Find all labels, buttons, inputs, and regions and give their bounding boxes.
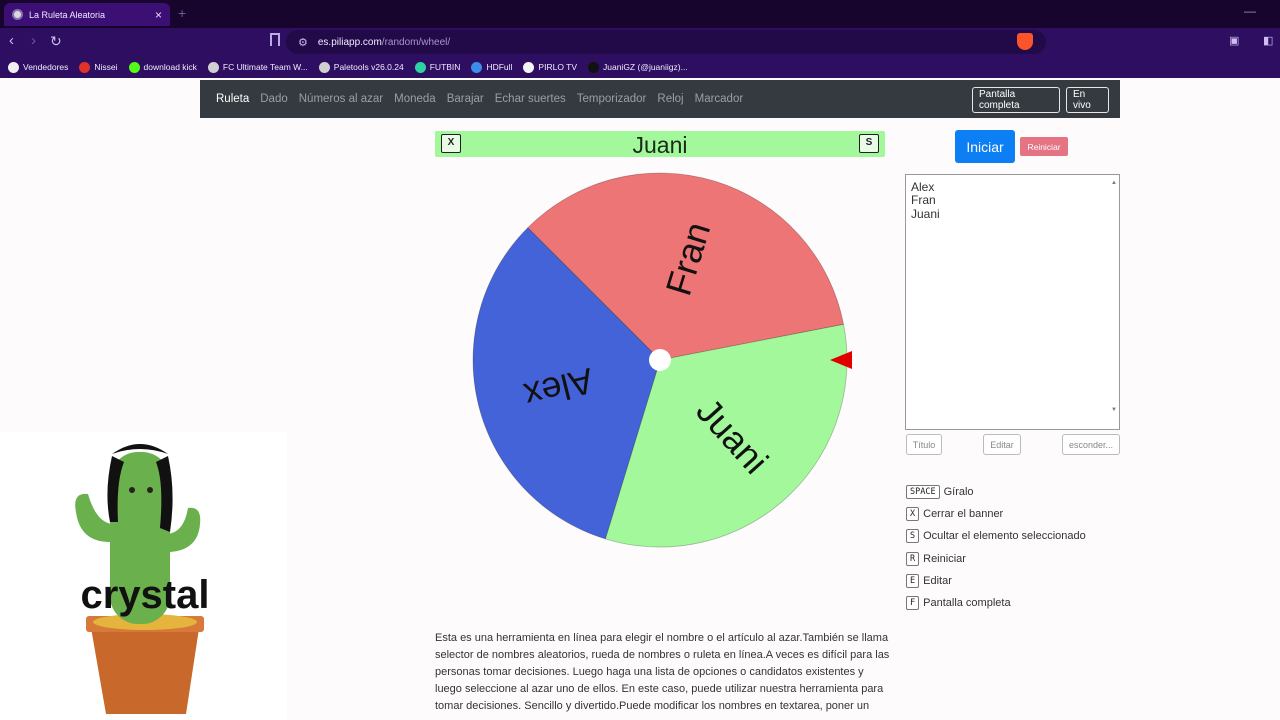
tab-title: La Ruleta Aleatoria <box>29 9 106 20</box>
shortcut-label: Reiniciar <box>923 552 966 565</box>
name-line: Fran <box>911 193 936 208</box>
scroll-up-icon[interactable]: ▲ <box>1111 177 1117 190</box>
bookmark-item[interactable]: PIRLO TV <box>523 61 577 73</box>
description-text: Esta es una herramienta en línea para el… <box>435 632 890 712</box>
bookmark-favicon-icon <box>79 61 91 73</box>
shortcut-key: X <box>906 507 920 522</box>
cactus-sticker: crystal <box>0 432 287 720</box>
shortcut-label: Pantalla completa <box>923 597 1011 610</box>
bookmark-item[interactable]: FUTBIN <box>414 61 461 73</box>
nav-item[interactable]: Ruleta <box>216 93 249 105</box>
brave-shield-icon[interactable] <box>1017 33 1033 50</box>
scroll-down-icon[interactable]: ▼ <box>1111 404 1117 417</box>
shortcut-label: Gíralo <box>943 486 974 499</box>
bookmark-item[interactable]: Paletools v26.0.24 <box>318 61 404 73</box>
shortcut-key: E <box>906 573 920 588</box>
nav-item[interactable]: Números al azar <box>299 93 383 105</box>
bookmark-item[interactable]: JuaniGZ (@juaniigz)... <box>588 61 688 73</box>
nav-item[interactable]: Echar suertes <box>495 93 566 105</box>
keyboard-shortcuts: SPACE Gíralo X Cerrar el banner S Ocultar el … <box>906 481 1086 614</box>
cactus-image: crystal <box>75 444 210 714</box>
sticker-text: crystal <box>81 573 210 617</box>
bookmark-label: JuaniGZ (@juaniigz)... <box>603 62 688 72</box>
shortcut-row: X Cerrar el banner <box>906 503 1086 525</box>
shortcut-key: F <box>906 596 920 611</box>
nav-item[interactable]: Dado <box>260 93 288 105</box>
shortcut-key: S <box>906 529 920 544</box>
browser-tab[interactable]: La Ruleta Aleatoria × <box>4 3 170 26</box>
sidebar-icon[interactable]: ◧ <box>1263 33 1273 49</box>
shortcut-row: R Reiniciar <box>906 548 1086 570</box>
fullscreen-button[interactable]: Pantalla completa <box>972 87 1060 113</box>
bookmark-label: FUTBIN <box>429 62 461 72</box>
hide-button[interactable]: esconder... <box>1062 434 1120 455</box>
bookmark-favicon-icon <box>588 61 599 73</box>
bookmark-favicon-icon <box>471 61 483 73</box>
bookmark-favicon-icon <box>414 61 426 73</box>
names-textarea[interactable]: Alex Fran Juani ▲ ▼ <box>905 174 1120 430</box>
name-line: Alex <box>911 180 935 194</box>
browser-tab-bar: La Ruleta Aleatoria × + — <box>0 0 1280 28</box>
winner-banner: Juani X S <box>435 131 885 158</box>
bookmark-item[interactable]: download kick <box>128 61 197 73</box>
nav-item[interactable]: Barajar <box>447 93 484 105</box>
new-tab-icon[interactable]: + <box>178 5 186 21</box>
hide-selected-key[interactable]: S <box>859 134 879 153</box>
nav-item[interactable]: Temporizador <box>577 93 647 105</box>
shortcut-row: S Ocultar el elemento seleccionado <box>906 525 1086 547</box>
bookmark-favicon-icon <box>318 61 330 73</box>
shortcut-row: F Pantalla completa <box>906 592 1086 614</box>
site-settings-icon[interactable]: ⚙ <box>298 36 308 49</box>
bookmark-item[interactable]: FC Ultimate Team W... <box>207 61 308 73</box>
url-path: /random/wheel/ <box>381 36 451 48</box>
address-bar[interactable]: ⚙ es.piliapp.com/random/wheel/ <box>286 30 1046 54</box>
start-button[interactable]: Iniciar <box>955 130 1015 163</box>
reload-icon[interactable]: ↻ <box>50 33 62 49</box>
bookmarks-bar: Vendedores Nissei download kick FC Ultimate… <box>0 56 1280 78</box>
bookmark-label: Nissei <box>94 62 118 72</box>
forward-icon[interactable]: › <box>31 33 36 49</box>
shortcut-label: Editar <box>923 574 952 587</box>
shortcut-key: SPACE <box>906 485 940 500</box>
minimize-icon[interactable]: — <box>1244 4 1256 18</box>
bookmark-item[interactable]: HDFull <box>471 61 513 73</box>
shortcut-key: R <box>906 551 920 566</box>
shortcut-row: SPACE Gíralo <box>906 481 1086 503</box>
bookmark-label: Vendedores <box>23 62 69 72</box>
spin-wheel[interactable]: FranJuaniAlex <box>460 160 860 560</box>
bookmark-item[interactable]: Nissei <box>79 61 118 73</box>
nav-item[interactable]: Moneda <box>394 93 436 105</box>
back-icon[interactable]: ‹ <box>9 33 14 49</box>
close-banner-key[interactable]: X <box>441 134 461 153</box>
tab-close-icon[interactable]: × <box>155 8 162 22</box>
name-line: Juani <box>911 206 940 221</box>
url-domain: es.piliapp.com <box>317 36 382 48</box>
app-navbar: Ruleta Dado Números al azar Moneda Barajar Ec… <box>200 80 1120 118</box>
nav-item[interactable]: Reloj <box>657 93 683 105</box>
bookmark-label: FC Ultimate Team W... <box>222 62 308 72</box>
bookmark-favicon-icon <box>523 61 535 73</box>
winner-name: Juani <box>632 132 688 158</box>
site-favicon-icon <box>12 9 23 20</box>
shortcut-label: Cerrar el banner <box>923 508 1004 521</box>
bookmark-label: PIRLO TV <box>538 62 577 72</box>
bookmark-label: download kick <box>143 62 197 72</box>
bookmark-item[interactable]: Vendedores <box>8 61 69 73</box>
edit-button[interactable]: Editar <box>983 434 1021 455</box>
bookmark-label: HDFull <box>486 62 513 72</box>
bookmark-favicon-icon <box>128 61 140 73</box>
bookmark-label: Paletools v26.0.24 <box>333 62 404 72</box>
shortcut-row: E Editar <box>906 570 1086 592</box>
browser-toolbar: ‹ › ↻ ⚙ es.piliapp.com/random/wheel/ ▣ ◧ <box>0 28 1280 56</box>
title-button[interactable]: Título <box>906 434 942 455</box>
nav-item[interactable]: Marcador <box>695 93 744 105</box>
shortcut-label: Ocultar el elemento seleccionado <box>923 530 1086 543</box>
bookmark-icon[interactable] <box>270 33 280 46</box>
reader-mode-icon[interactable]: ▣ <box>1229 33 1239 49</box>
reset-button[interactable]: Reiniciar <box>1020 137 1068 156</box>
bookmark-favicon-icon <box>8 61 19 73</box>
live-button[interactable]: En vivo <box>1066 87 1109 113</box>
bookmark-favicon-icon <box>207 61 219 73</box>
wheel-hub <box>649 349 671 371</box>
